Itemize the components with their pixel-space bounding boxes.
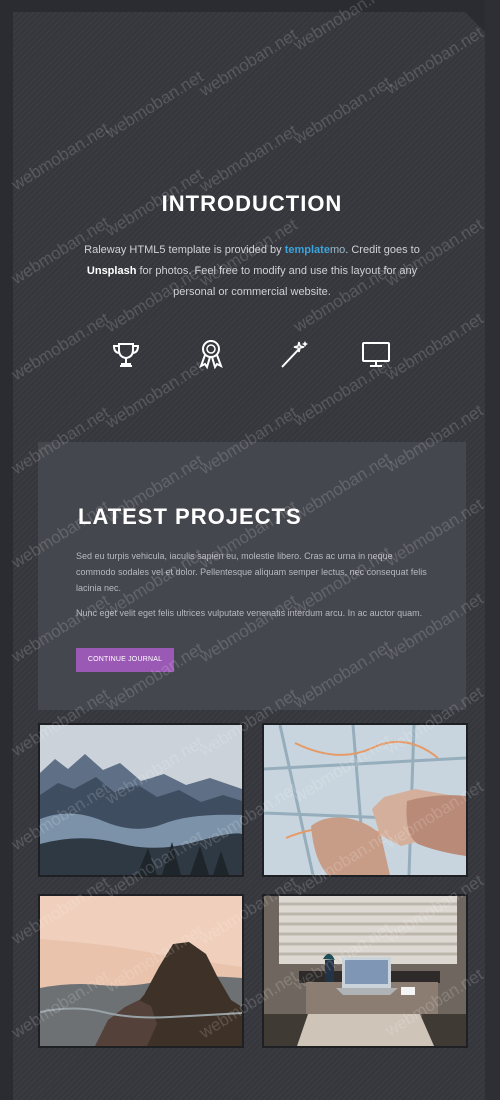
monitor-icon xyxy=(359,337,393,371)
intro-text-mid: . Credit goes to xyxy=(345,244,420,256)
continue-journal-button[interactable]: CONTINUE JOURNAL xyxy=(76,648,174,672)
intro-text-end: for photos. Feel free to modify and use … xyxy=(136,265,418,298)
map-hand-image xyxy=(264,725,466,875)
intro-text: Raleway HTML5 template is provided by te… xyxy=(80,240,424,303)
magic-wand-icon xyxy=(276,337,310,371)
left-border xyxy=(0,0,13,1100)
unsplash-link[interactable]: Unsplash xyxy=(87,265,137,277)
map-hand-photo[interactable] xyxy=(262,723,468,877)
latest-projects-title: LATEST PROJECTS xyxy=(78,504,302,530)
right-border xyxy=(485,0,500,1100)
laptop-desk-photo[interactable] xyxy=(262,894,468,1048)
intro-text-start: Raleway HTML5 template is provided by xyxy=(84,244,285,256)
intro-title: INTRODUCTION xyxy=(161,190,343,216)
templatemo-link-tail[interactable]: mo xyxy=(330,244,345,256)
sea-cliff-photo[interactable] xyxy=(38,894,244,1048)
sea-cliff-image xyxy=(40,896,242,1046)
projects-paragraph-2: Nunc eget velit eget felis ultrices vulp… xyxy=(76,608,423,618)
templatemo-link[interactable]: template xyxy=(285,244,330,256)
mountain-lake-photo[interactable] xyxy=(38,723,244,877)
laptop-desk-image xyxy=(264,896,466,1046)
top-border xyxy=(13,0,465,12)
latest-projects-panel: LATEST PROJECTS Sed eu turpis vehicula, … xyxy=(38,442,466,710)
page-corner-fold xyxy=(453,0,485,32)
projects-paragraph-1: Sed eu turpis vehicula, iaculis sapien e… xyxy=(76,551,427,593)
award-ribbon-icon xyxy=(194,337,228,371)
mountain-lake-image xyxy=(40,725,242,875)
feature-icons xyxy=(0,337,500,371)
trophy-icon xyxy=(109,337,143,371)
